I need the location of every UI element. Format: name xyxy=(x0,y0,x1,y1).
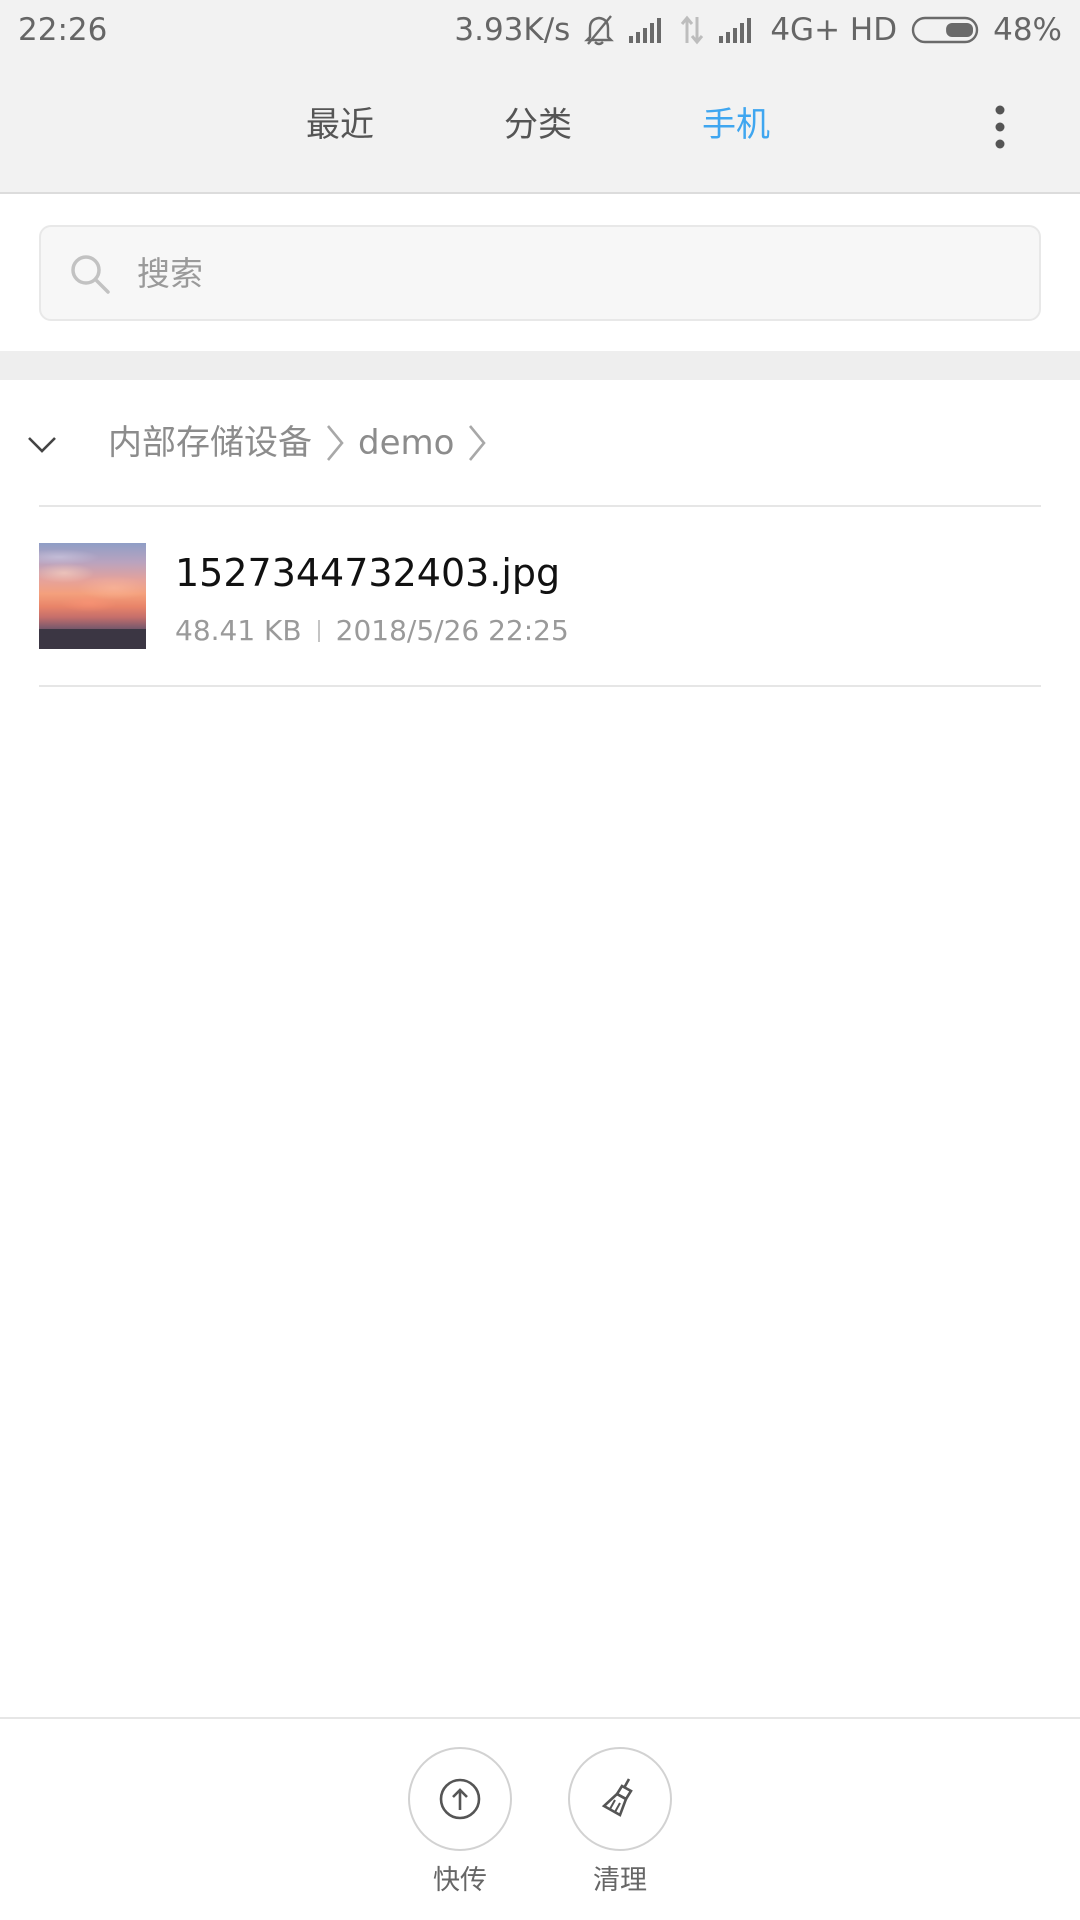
tab-bar: 最近 分类 手机 xyxy=(0,62,1080,194)
cleanup-button[interactable]: 清理 xyxy=(560,1747,680,1901)
divider xyxy=(39,685,1041,687)
section-divider xyxy=(0,351,1080,380)
file-name: 1527344732403.jpg xyxy=(175,551,561,595)
quick-transfer-circle[interactable] xyxy=(408,1747,512,1851)
meta-separator xyxy=(317,620,320,642)
search-icon xyxy=(71,255,110,294)
network-speed: 3.93K/s xyxy=(454,12,571,48)
breadcrumb: 内部存储设备 demo xyxy=(108,420,500,466)
search-bar[interactable] xyxy=(39,225,1041,321)
mute-bell-icon xyxy=(584,15,615,46)
chevron-right-icon xyxy=(326,425,344,461)
breadcrumb-row: 内部存储设备 demo xyxy=(0,380,1080,505)
battery: 48% xyxy=(911,10,1062,50)
signal-icon xyxy=(719,18,752,43)
tab-phone[interactable]: 手机 xyxy=(702,100,770,150)
cleanup-circle[interactable] xyxy=(568,1747,672,1851)
cleanup-label: 清理 xyxy=(593,1865,647,1896)
upload-circle-icon xyxy=(439,1778,481,1820)
chevron-down-icon[interactable] xyxy=(26,428,58,460)
file-list-item[interactable]: 1527344732403.jpg 48.41 KB 2018/5/26 22:… xyxy=(0,507,1080,685)
file-meta: 48.41 KB 2018/5/26 22:25 xyxy=(175,611,569,651)
file-thumbnail xyxy=(39,543,146,649)
bottom-action-bar: 快传 清理 xyxy=(0,1717,1080,1920)
status-indicators: 3.93K/s 4G+ HD 48% xyxy=(454,10,1062,50)
data-arrows-icon xyxy=(681,15,704,45)
signal-icon xyxy=(629,18,662,43)
breadcrumb-item-demo[interactable]: demo xyxy=(358,420,454,466)
quick-transfer-label: 快传 xyxy=(433,1865,487,1896)
tab-recent[interactable]: 最近 xyxy=(306,100,374,150)
more-options-icon[interactable] xyxy=(980,102,1020,152)
status-bar: 22:26 3.93K/s 4G+ HD 48% xyxy=(0,0,1080,62)
battery-icon xyxy=(911,16,979,44)
battery-percent: 48% xyxy=(993,12,1062,48)
file-size: 48.41 KB xyxy=(175,614,302,647)
search-input[interactable] xyxy=(135,241,1015,305)
status-time: 22:26 xyxy=(18,12,108,48)
file-modified-date: 2018/5/26 22:25 xyxy=(335,614,569,647)
chevron-right-icon xyxy=(469,425,487,461)
broom-icon xyxy=(601,1778,633,1817)
breadcrumb-item-internal-storage[interactable]: 内部存储设备 xyxy=(108,420,312,466)
network-type: 4G+ HD xyxy=(770,12,898,48)
tab-category[interactable]: 分类 xyxy=(504,100,572,150)
quick-transfer-button[interactable]: 快传 xyxy=(400,1747,520,1901)
top-header: 22:26 3.93K/s 4G+ HD 48% 最近 分类 手机 xyxy=(0,0,1080,194)
